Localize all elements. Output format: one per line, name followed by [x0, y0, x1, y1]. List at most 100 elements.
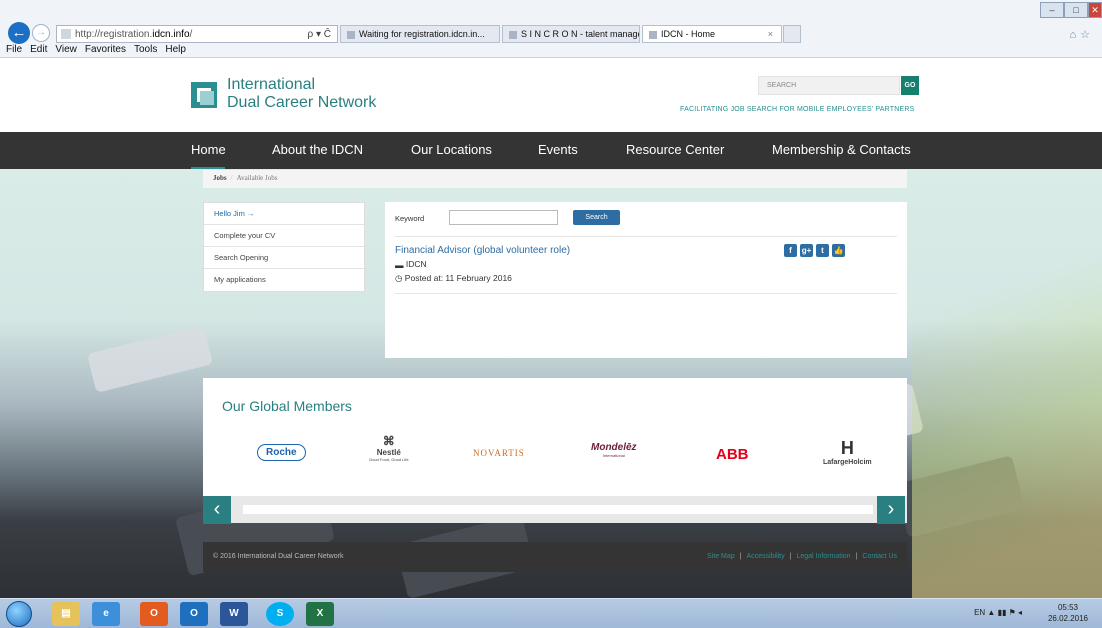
footer-link-accessibility[interactable]: Accessibility — [747, 553, 785, 560]
ie-taskbar-icon[interactable]: e — [92, 602, 120, 626]
briefcase-icon: ▬ — [395, 259, 404, 270]
sidebar-item-complete-cv[interactable]: Complete your CV — [204, 225, 364, 247]
word-taskbar-icon[interactable]: W — [220, 602, 248, 626]
menu-edit[interactable]: Edit — [30, 44, 47, 55]
carousel-next-button[interactable]: › — [877, 496, 905, 524]
address-url-prefix: http://registration. — [75, 28, 153, 40]
bg-key — [86, 325, 214, 393]
explorer-taskbar-icon[interactable]: ▤ — [52, 602, 80, 626]
menu-file[interactable]: File — [6, 44, 22, 55]
job-company: ▬ IDCN — [395, 259, 427, 270]
taskbar-clock[interactable]: 05:53 26.02.2016 — [1038, 602, 1098, 624]
tab-idcn-home[interactable]: IDCN - Home × — [642, 25, 782, 43]
tray-icons: ▲ ▮▮ ⚑ ◂ — [987, 608, 1022, 617]
browser-chrome: ← → http://registration. idcn.info / ρ ▾ Ĉ… — [0, 0, 1102, 58]
nestle-logo-text: Nestlé — [376, 448, 401, 457]
member-logo-roche[interactable]: Roche — [257, 444, 306, 461]
footer-separator: | — [855, 553, 858, 560]
language-indicator[interactable]: EN — [974, 608, 985, 617]
search-button[interactable]: Search — [573, 210, 620, 225]
maximize-button[interactable]: □ — [1064, 2, 1088, 18]
logo-line-2: Dual Career Network — [227, 94, 377, 111]
menu-favorites[interactable]: Favorites — [85, 44, 126, 55]
close-window-button[interactable]: ✕ — [1088, 2, 1102, 18]
like-icon[interactable]: 👍 — [832, 244, 845, 257]
footer-link-legal[interactable]: Legal Information — [796, 553, 850, 560]
system-tray[interactable]: EN ▲ ▮▮ ⚑ ◂ — [974, 608, 1022, 617]
members-carousel-track — [203, 496, 907, 523]
address-bar[interactable]: http://registration. idcn.info / ρ ▾ Ĉ — [56, 25, 338, 43]
menu-help[interactable]: Help — [165, 44, 186, 55]
skype-taskbar-icon[interactable]: S — [266, 602, 294, 626]
facebook-icon[interactable]: f — [784, 244, 797, 257]
member-logo-novartis[interactable]: NOVARTIS — [473, 448, 525, 458]
job-title-link[interactable]: Financial Advisor (global volunteer role… — [395, 245, 570, 256]
nav-home[interactable]: Home — [191, 142, 226, 170]
forward-button[interactable]: → — [32, 24, 50, 42]
clock-icon: ◷ — [395, 273, 403, 284]
nav-resource-center[interactable]: Resource Center — [626, 142, 724, 157]
tab-waiting[interactable]: Waiting for registration.idcn.in... — [340, 25, 500, 43]
lafargeholcim-mark-icon: H — [840, 438, 854, 458]
footer-link-contact[interactable]: Contact Us — [862, 553, 897, 560]
back-button[interactable]: ← — [8, 22, 30, 44]
members-title: Our Global Members — [222, 398, 352, 414]
tab-sincron[interactable]: S I N C R O N - talent manage... — [502, 25, 640, 43]
address-url-domain: idcn.info — [152, 28, 190, 40]
site-header: International Dual Career Network SEARCH… — [0, 58, 1102, 132]
menu-view[interactable]: View — [55, 44, 77, 55]
taskbar: ▤ e O O W S X EN ▲ ▮▮ ⚑ ◂ 05:53 26.02.20… — [0, 598, 1102, 628]
tab-favicon-icon — [347, 30, 355, 39]
footer-link-site-map[interactable]: Site Map — [707, 553, 735, 560]
footer-links: Site Map | Accessibility | Legal Information… — [707, 553, 897, 560]
site-search-input[interactable]: SEARCH — [758, 76, 900, 95]
footer-copyright: © 2016 International Dual Career Network — [213, 553, 344, 560]
favicon-icon — [61, 29, 71, 39]
home-favorites-icons[interactable]: ⌂☆ — [1069, 28, 1094, 41]
site-logo[interactable]: International Dual Career Network — [191, 76, 376, 112]
footer-separator: | — [739, 553, 742, 560]
sidebar-item-hello[interactable]: Hello Jim → — [204, 203, 364, 225]
sidebar-item-my-applications[interactable]: My applications — [204, 269, 364, 291]
menu-tools[interactable]: Tools — [134, 44, 157, 55]
outlook-taskbar-icon[interactable]: O — [180, 602, 208, 626]
start-button[interactable] — [6, 601, 32, 627]
member-logo-mondelez[interactable]: Mondelēz International — [591, 442, 637, 458]
member-logo-nestle[interactable]: ⌘ Nestlé Good Food, Good Life — [369, 434, 409, 462]
logo-line-1: International — [227, 76, 316, 93]
site-search-go-button[interactable]: GO — [901, 76, 919, 95]
google-plus-icon[interactable]: g+ — [800, 244, 813, 257]
member-logo-lafargeholcim[interactable]: H LafargeHolcim — [823, 438, 872, 466]
nestle-logo-slogan: Good Food, Good Life — [369, 457, 409, 462]
address-tools[interactable]: ρ ▾ Ĉ — [308, 29, 332, 40]
job-company-name: IDCN — [405, 259, 427, 269]
nav-events[interactable]: Events — [538, 142, 578, 157]
global-members: Our Global Members Roche ⌘ Nestlé Good F… — [203, 378, 907, 496]
member-logo-abb[interactable]: ABB — [716, 446, 749, 463]
new-tab-button[interactable] — [783, 25, 801, 43]
main-nav: Home About the IDCN Our Locations Events… — [0, 132, 1102, 170]
site-footer: © 2016 International Dual Career Network… — [203, 542, 907, 572]
carousel-prev-button[interactable]: ‹ — [203, 496, 231, 524]
clock-time: 05:53 — [1057, 603, 1079, 612]
background-accent — [912, 169, 1102, 598]
tab-favicon-icon — [649, 30, 657, 39]
minimize-button[interactable]: – — [1040, 2, 1064, 18]
nav-locations[interactable]: Our Locations — [411, 142, 492, 157]
breadcrumb: Jobs / Available Jobs — [203, 170, 907, 188]
twitter-icon[interactable]: t — [816, 244, 829, 257]
window-controls: – □ ✕ — [1040, 2, 1102, 18]
sidebar-item-search-opening[interactable]: Search Opening — [204, 247, 364, 269]
tab-close-icon[interactable]: × — [768, 26, 773, 42]
nav-membership-contacts[interactable]: Membership & Contacts — [772, 142, 911, 157]
keyword-input[interactable] — [449, 210, 558, 225]
excel-taskbar-icon[interactable]: X — [306, 602, 334, 626]
divider — [395, 293, 897, 294]
nav-about[interactable]: About the IDCN — [272, 142, 363, 157]
breadcrumb-jobs[interactable]: Jobs — [213, 174, 227, 182]
tab-label: IDCN - Home — [661, 29, 716, 39]
app-o-taskbar-icon[interactable]: O — [140, 602, 168, 626]
clock-date: 26.02.2016 — [1047, 614, 1089, 623]
lafargeholcim-logo-text: LafargeHolcim — [823, 459, 872, 466]
carousel-strip — [243, 505, 873, 514]
